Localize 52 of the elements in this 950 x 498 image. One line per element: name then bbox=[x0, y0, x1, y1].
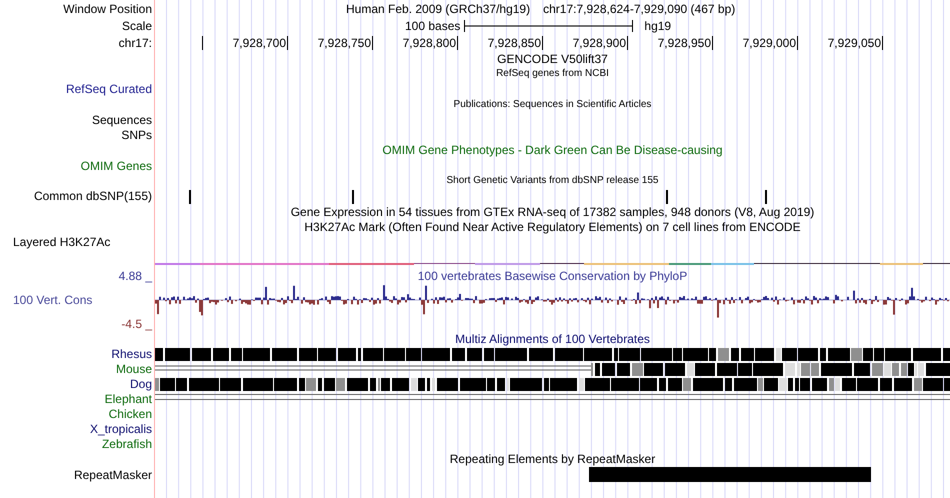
track-title: Gene Expression in 54 tissues from GTEx RNA-seq of 17382 samples, 948 donors (V8, Aug 2019) bbox=[290, 206, 814, 218]
ruler-label: 7,929,050 bbox=[828, 36, 881, 48]
species-label[interactable]: Dog bbox=[130, 378, 152, 390]
species-label[interactable]: Elephant bbox=[104, 393, 152, 406]
species-label[interactable]: Zebrafish bbox=[102, 438, 152, 450]
track-title: Multiz Alignments of 100 Vertebrates bbox=[455, 333, 650, 346]
track-title: OMIM Gene Phenotypes - Dark Green Can Be Disease-causing bbox=[382, 144, 723, 156]
ruler-tick bbox=[372, 36, 373, 50]
ruler-label: 7,928,700 bbox=[232, 36, 286, 48]
track-title: Repeating Elements by RepeatMasker bbox=[450, 453, 656, 466]
ruler-tick bbox=[542, 36, 543, 50]
track-title: H3K27Ac Mark (Often Found Near Active Regulatory Elements) on 7 cell lines from ENCODE bbox=[304, 220, 801, 233]
track-label[interactable]: SNPs bbox=[121, 129, 152, 142]
ruler-tick bbox=[457, 36, 458, 50]
ruler-label: 7,928,750 bbox=[318, 36, 371, 48]
assembly-name: Human Feb. 2009 (GRCh37/hg19) bbox=[346, 2, 530, 14]
species-label[interactable]: Chicken bbox=[108, 408, 152, 420]
track-label[interactable]: OMIM Genes bbox=[80, 160, 152, 172]
track-title: GENCODE V50lift37 bbox=[497, 52, 608, 65]
row-label: Scale bbox=[122, 20, 152, 32]
ruler-label: 7,928,950 bbox=[658, 36, 711, 48]
species-label[interactable]: X_tropicalis bbox=[90, 423, 152, 436]
track-description: Short Genetic Variants from dbSNP release 155 bbox=[446, 176, 658, 186]
axis-max-label: 4.88 _ bbox=[118, 270, 152, 282]
track-label[interactable]: Sequences bbox=[92, 114, 152, 126]
track-label[interactable]: 100 Vert. Cons bbox=[13, 294, 152, 306]
track-label[interactable]: Common dbSNP(155) bbox=[34, 190, 152, 202]
ruler-label: 7,928,800 bbox=[402, 36, 456, 48]
track-title: 100 vertebrates Basewise Conservation by PhyloP bbox=[418, 270, 688, 282]
ruler-label: 7,929,000 bbox=[742, 36, 796, 48]
position-range: chr17:7,928,624-7,929,090 (467 bp) bbox=[543, 2, 736, 14]
ruler-tick bbox=[712, 36, 713, 50]
ruler-tick bbox=[882, 36, 883, 50]
assembly-label: hg19 bbox=[644, 20, 672, 32]
ruler-tick bbox=[202, 36, 203, 50]
axis-min-label: -4.5 _ bbox=[121, 318, 152, 330]
track-label[interactable]: Layered H3K27Ac bbox=[13, 236, 110, 248]
scale-length: 100 bases bbox=[405, 20, 460, 32]
ruler-tick bbox=[627, 36, 628, 50]
ruler-tick bbox=[287, 36, 288, 50]
species-label[interactable]: Rhesus bbox=[111, 348, 152, 360]
track-description: RefSeq genes from NCBI bbox=[496, 68, 609, 79]
ruler-tick bbox=[797, 36, 798, 50]
track-description: Publications: Sequences in Scientific Articles bbox=[454, 100, 652, 110]
track-label[interactable]: RepeatMasker bbox=[74, 468, 152, 481]
scale-bar-icon bbox=[464, 18, 634, 32]
species-label[interactable]: Mouse bbox=[116, 363, 152, 376]
ruler-label: 7,928,850 bbox=[488, 36, 541, 48]
chromosome-label: chr17: bbox=[118, 36, 152, 48]
track-label[interactable]: RefSeq Curated bbox=[66, 83, 152, 96]
row-label: Window Position bbox=[63, 2, 152, 14]
ruler-label: 7,928,900 bbox=[572, 36, 626, 48]
